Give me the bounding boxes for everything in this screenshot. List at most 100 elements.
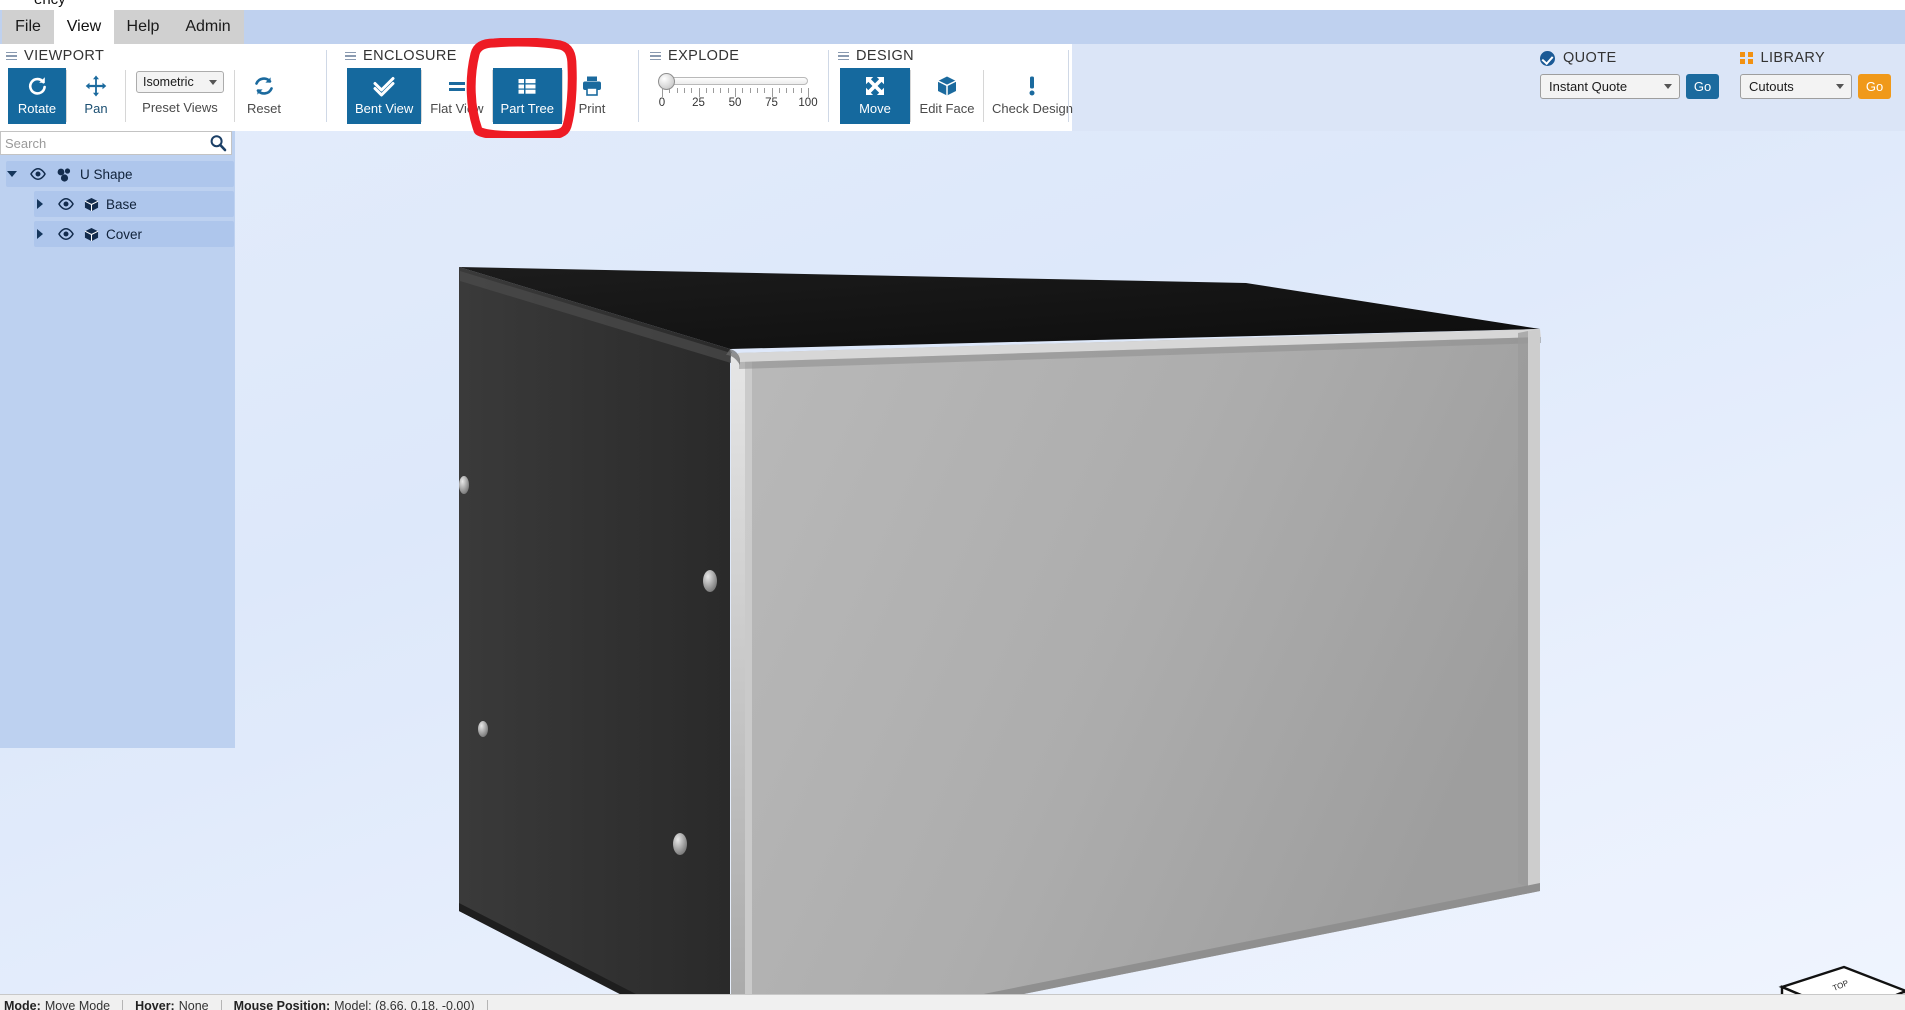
preset-views-label: Preset Views — [142, 100, 218, 115]
double-check-icon — [372, 73, 396, 99]
ribbon-group-viewport: VIEWPORT Rotate Pan Isometric Preset Vie… — [6, 44, 331, 131]
move-button[interactable]: Move — [840, 68, 910, 124]
quote-select-value: Instant Quote — [1549, 79, 1628, 94]
slider-tick — [683, 88, 685, 93]
slider-tick — [756, 88, 758, 93]
window-title-text: ency — [34, 0, 66, 8]
visibility-eye-icon[interactable] — [58, 198, 74, 210]
reset-button[interactable]: Reset — [235, 68, 293, 124]
search-input[interactable] — [3, 134, 209, 152]
quote-panel: QUOTE Instant Quote Go — [1540, 44, 1719, 99]
assembly-icon — [56, 167, 73, 182]
quote-go-button[interactable]: Go — [1686, 74, 1719, 99]
flat-view-label: Flat View — [430, 101, 484, 116]
group-title-viewport: VIEWPORT — [24, 48, 105, 64]
library-select[interactable]: Cutouts — [1740, 74, 1852, 99]
library-title: LIBRARY — [1760, 50, 1826, 66]
rotate-icon — [25, 73, 49, 99]
status-mode: Mode: Move Mode — [4, 999, 122, 1010]
group-divider — [326, 50, 327, 122]
status-hover-label: Hover: — [135, 999, 175, 1010]
status-mode-label: Mode: — [4, 999, 41, 1010]
rotate-button[interactable]: Rotate — [8, 68, 66, 124]
group-title-enclosure: ENCLOSURE — [363, 48, 457, 64]
part-cube-icon — [84, 197, 99, 212]
divider — [486, 999, 488, 1010]
flat-view-button[interactable]: Flat View — [422, 68, 491, 124]
chevron-right-icon[interactable] — [32, 199, 48, 209]
menu-tab-help[interactable]: Help — [114, 10, 172, 44]
edit-face-button[interactable]: Edit Face — [911, 68, 983, 124]
slider-tick-label: 100 — [798, 97, 818, 109]
group-header-explode: EXPLODE — [650, 46, 739, 66]
bent-view-button[interactable]: Bent View — [347, 68, 422, 124]
menu-tab-admin[interactable]: Admin — [172, 10, 244, 44]
chevron-right-icon[interactable] — [32, 229, 48, 239]
library-go-button[interactable]: Go — [1858, 74, 1891, 99]
slider-tick-label: 25 — [692, 97, 705, 109]
quote-select[interactable]: Instant Quote — [1540, 74, 1680, 99]
status-bar: Mode: Move Mode Hover: None Mouse Positi… — [0, 994, 1905, 1010]
slider-tick — [793, 88, 795, 93]
slider-tick-label: 50 — [728, 97, 742, 109]
group-menu-icon[interactable] — [345, 51, 356, 61]
bent-view-label: Bent View — [355, 101, 414, 116]
slider-tick-label: 0 — [658, 97, 666, 109]
tree-item-label: Cover — [106, 226, 143, 242]
grid-squares-icon — [1740, 51, 1753, 65]
slider-tick — [720, 88, 722, 93]
group-divider — [638, 50, 639, 122]
visibility-eye-icon[interactable] — [58, 228, 74, 240]
slider-tick — [662, 88, 663, 97]
explode-slider-track[interactable] — [658, 73, 808, 90]
group-menu-icon[interactable] — [6, 51, 17, 61]
ribbon-group-design: DESIGN Move Edit Face Check Design — [838, 44, 1073, 131]
tree-item-cover[interactable]: Cover — [0, 219, 235, 249]
menu-tab-label: View — [66, 18, 102, 35]
check-design-label: Check Design — [992, 101, 1073, 116]
pan-icon — [84, 73, 108, 99]
preset-views-value: Isometric — [143, 75, 194, 89]
explode-slider-control: 0 25 50 75 100 — [650, 68, 820, 124]
slider-tick — [727, 88, 729, 93]
part-cube-icon — [84, 227, 99, 242]
chevron-down-icon[interactable] — [4, 171, 20, 177]
check-design-button[interactable]: Check Design — [984, 68, 1081, 124]
view-cube: LEFT FRONT TOP — [1778, 965, 1905, 994]
tree-item-u-shape[interactable]: U Shape — [0, 159, 235, 189]
menu-tab-view[interactable]: View — [54, 10, 114, 44]
search-icon[interactable] — [209, 134, 227, 152]
pan-label: Pan — [84, 101, 108, 116]
application-window: ency File View Help Admin VIEWPORT Rotate — [0, 0, 1905, 1010]
part-tree-button[interactable]: Part Tree — [492, 68, 562, 124]
tree-item-base[interactable]: Base — [0, 189, 235, 219]
chevron-down-icon — [209, 79, 217, 85]
slider-tick — [676, 88, 678, 93]
tree-view: U Shape Base Cover — [0, 159, 235, 249]
status-mouse-position: Mouse Position: Model: (8.66, 0.18, -0.0… — [234, 999, 487, 1010]
group-menu-icon[interactable] — [650, 51, 661, 61]
library-panel: LIBRARY Cutouts Go — [1740, 44, 1891, 99]
visibility-eye-icon[interactable] — [30, 168, 46, 180]
preset-views-select[interactable]: Isometric — [136, 71, 224, 93]
divider — [220, 999, 222, 1010]
quote-title: QUOTE — [1563, 50, 1617, 66]
slider-tick — [691, 88, 693, 93]
library-go-label: Go — [1865, 79, 1884, 94]
print-label: Print — [578, 101, 606, 116]
group-header-enclosure: ENCLOSURE — [345, 46, 457, 66]
viewport-3d-canvas[interactable]: LEFT FRONT TOP — [0, 131, 1905, 994]
search-box[interactable] — [0, 131, 232, 155]
slider-tick — [771, 88, 773, 97]
status-mouse-label: Mouse Position: — [233, 999, 331, 1010]
status-mode-value: Move Mode — [44, 999, 111, 1010]
group-title-explode: EXPLODE — [668, 48, 740, 64]
pan-button[interactable]: Pan — [67, 68, 125, 124]
group-menu-icon[interactable] — [838, 51, 849, 61]
menu-tab-label: Help — [126, 18, 160, 35]
print-button[interactable]: Print — [563, 68, 621, 124]
slider-tick — [786, 88, 788, 93]
slider-tick — [705, 88, 707, 93]
slider-tick — [713, 88, 715, 93]
menu-tab-file[interactable]: File — [2, 10, 54, 44]
